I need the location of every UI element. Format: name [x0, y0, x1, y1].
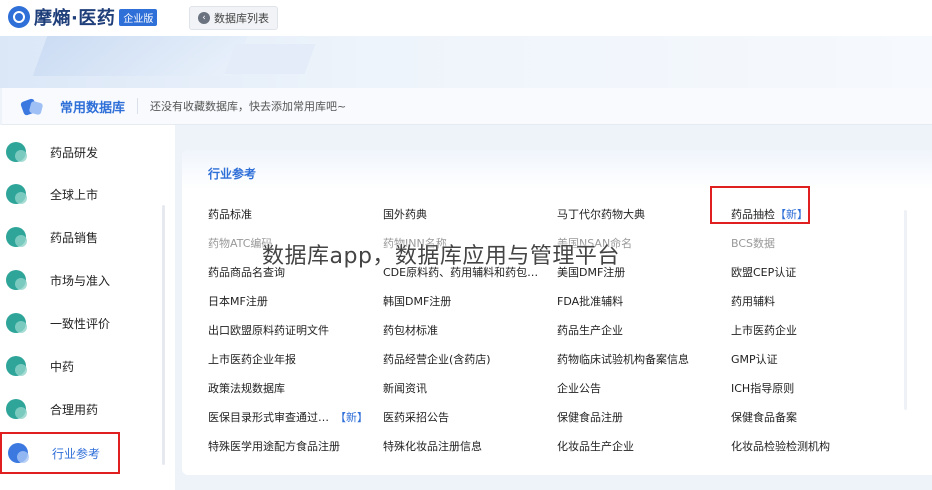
market-access-icon	[6, 270, 27, 290]
new-tag: 【新】	[335, 411, 368, 424]
db-link[interactable]: 马丁代尔药物大典	[557, 206, 645, 222]
sidebar: 药品研发 全球上市 药品销售 市场与准入 一致性评价 中药 合理用药 行业参考	[0, 125, 175, 490]
db-link[interactable]: 化妆品生产企业	[557, 438, 634, 454]
sidebar-item-rational-use[interactable]: 合理用药	[0, 388, 160, 430]
db-link[interactable]: 化妆品检验检测机构	[731, 438, 830, 454]
db-link[interactable]: FDA批准辅料	[557, 293, 623, 309]
db-link[interactable]: 药物临床试验机构备案信息	[557, 351, 689, 367]
db-list-button-label: 数据库列表	[214, 12, 269, 25]
db-link[interactable]: 特殊化妆品注册信息	[383, 438, 482, 454]
sidebar-item-label: 药品销售	[50, 230, 99, 245]
sidebar-item-global-market[interactable]: 全球上市	[0, 173, 160, 215]
industry-reference-panel: 行业参考 药品标准 国外药典 马丁代尔药物大典 药品抽检【新】 药物ATC编码 …	[182, 150, 932, 475]
db-link[interactable]: ICH指导原则	[731, 380, 794, 396]
panel-header	[182, 150, 932, 190]
db-link-label: 药品抽检	[731, 208, 775, 221]
sidebar-item-label: 药品研发	[50, 145, 99, 160]
db-link-label: 医保目录形式审查通过…	[208, 411, 329, 424]
db-link[interactable]: GMP认证	[731, 351, 778, 367]
leaf-icon	[6, 356, 27, 376]
sidebar-item-label: 中药	[50, 359, 75, 374]
shield-icon	[6, 399, 27, 419]
sidebar-item-market-access[interactable]: 市场与准入	[0, 259, 160, 301]
sales-chart-icon	[6, 227, 27, 247]
favorites-note: 还没有收藏数据库，快去添加常用库吧~	[150, 100, 347, 113]
favorites-icon	[22, 98, 44, 114]
db-link[interactable]: 日本MF注册	[208, 293, 268, 309]
sidebar-item-label: 市场与准入	[50, 273, 111, 288]
sidebar-item-drug-rd[interactable]: 药品研发	[0, 131, 160, 173]
document-globe-icon	[8, 443, 29, 463]
db-link-drug-sampling[interactable]: 药品抽检【新】	[731, 206, 808, 222]
db-link[interactable]: 药包材标准	[383, 322, 438, 338]
globe-icon	[6, 184, 27, 204]
watermark-caption: 数据库app，数据库应用与管理平台	[262, 244, 620, 269]
db-link[interactable]: 特殊医学用途配方食品注册	[208, 438, 340, 454]
favorites-title: 常用数据库	[60, 100, 126, 116]
hero-decoration	[32, 36, 248, 76]
db-link[interactable]: 韩国DMF注册	[383, 293, 451, 309]
db-link[interactable]: 药用辅料	[731, 293, 775, 309]
db-link[interactable]: 药品经营企业(含药店)	[383, 351, 491, 367]
sidebar-item-tcm[interactable]: 中药	[0, 345, 160, 387]
back-arrow-icon: ‹	[198, 12, 210, 24]
db-link[interactable]: 企业公告	[557, 380, 601, 396]
db-link[interactable]: 欧盟CEP认证	[731, 264, 796, 280]
divider	[137, 98, 139, 114]
sidebar-item-consistency-eval[interactable]: 一致性评价	[0, 302, 160, 344]
logo-text: 摩熵·医药	[34, 8, 116, 29]
db-link[interactable]: BCS数据	[731, 235, 775, 251]
db-link[interactable]: 药品生产企业	[557, 322, 623, 338]
sidebar-item-label: 行业参考	[52, 446, 101, 461]
favorites-bar: 常用数据库 还没有收藏数据库，快去添加常用库吧~	[2, 88, 932, 125]
db-link[interactable]: 国外药典	[383, 206, 427, 222]
db-link[interactable]: 出口欧盟原料药证明文件	[208, 322, 329, 338]
panel-scrollbar[interactable]	[904, 210, 907, 410]
mountain-icon	[6, 313, 27, 333]
drug-rd-icon	[6, 142, 27, 162]
sidebar-item-industry-reference[interactable]: 行业参考	[0, 432, 120, 474]
sidebar-item-drug-sales[interactable]: 药品销售	[0, 216, 160, 258]
new-tag: 【新】	[775, 208, 808, 221]
db-link[interactable]: 保健食品注册	[557, 409, 623, 425]
sidebar-item-label: 一致性评价	[50, 316, 111, 331]
sidebar-item-label: 合理用药	[50, 402, 99, 417]
db-link[interactable]: 新闻资讯	[383, 380, 427, 396]
hero-banner	[0, 36, 932, 88]
panel-title: 行业参考	[208, 167, 257, 181]
db-link[interactable]: 政策法规数据库	[208, 380, 285, 396]
db-list-button[interactable]: ‹ 数据库列表	[189, 6, 278, 30]
db-link[interactable]: 上市医药企业年报	[208, 351, 296, 367]
sidebar-scrollbar[interactable]	[162, 205, 165, 465]
db-link[interactable]: 保健食品备案	[731, 409, 797, 425]
hero-decoration	[224, 44, 316, 74]
logo[interactable]: 摩熵·医药 企业版	[8, 5, 158, 29]
db-link[interactable]: 药品标准	[208, 206, 252, 222]
edition-badge: 企业版	[119, 8, 158, 26]
db-link-medical-insurance[interactable]: 医保目录形式审查通过… 【新】	[208, 409, 368, 425]
db-link[interactable]: 上市医药企业	[731, 322, 797, 338]
sidebar-item-label: 全球上市	[50, 187, 99, 202]
logo-icon	[8, 6, 30, 28]
top-bar: 摩熵·医药 企业版 ‹ 数据库列表	[0, 0, 932, 36]
db-link[interactable]: 医药采招公告	[383, 409, 449, 425]
